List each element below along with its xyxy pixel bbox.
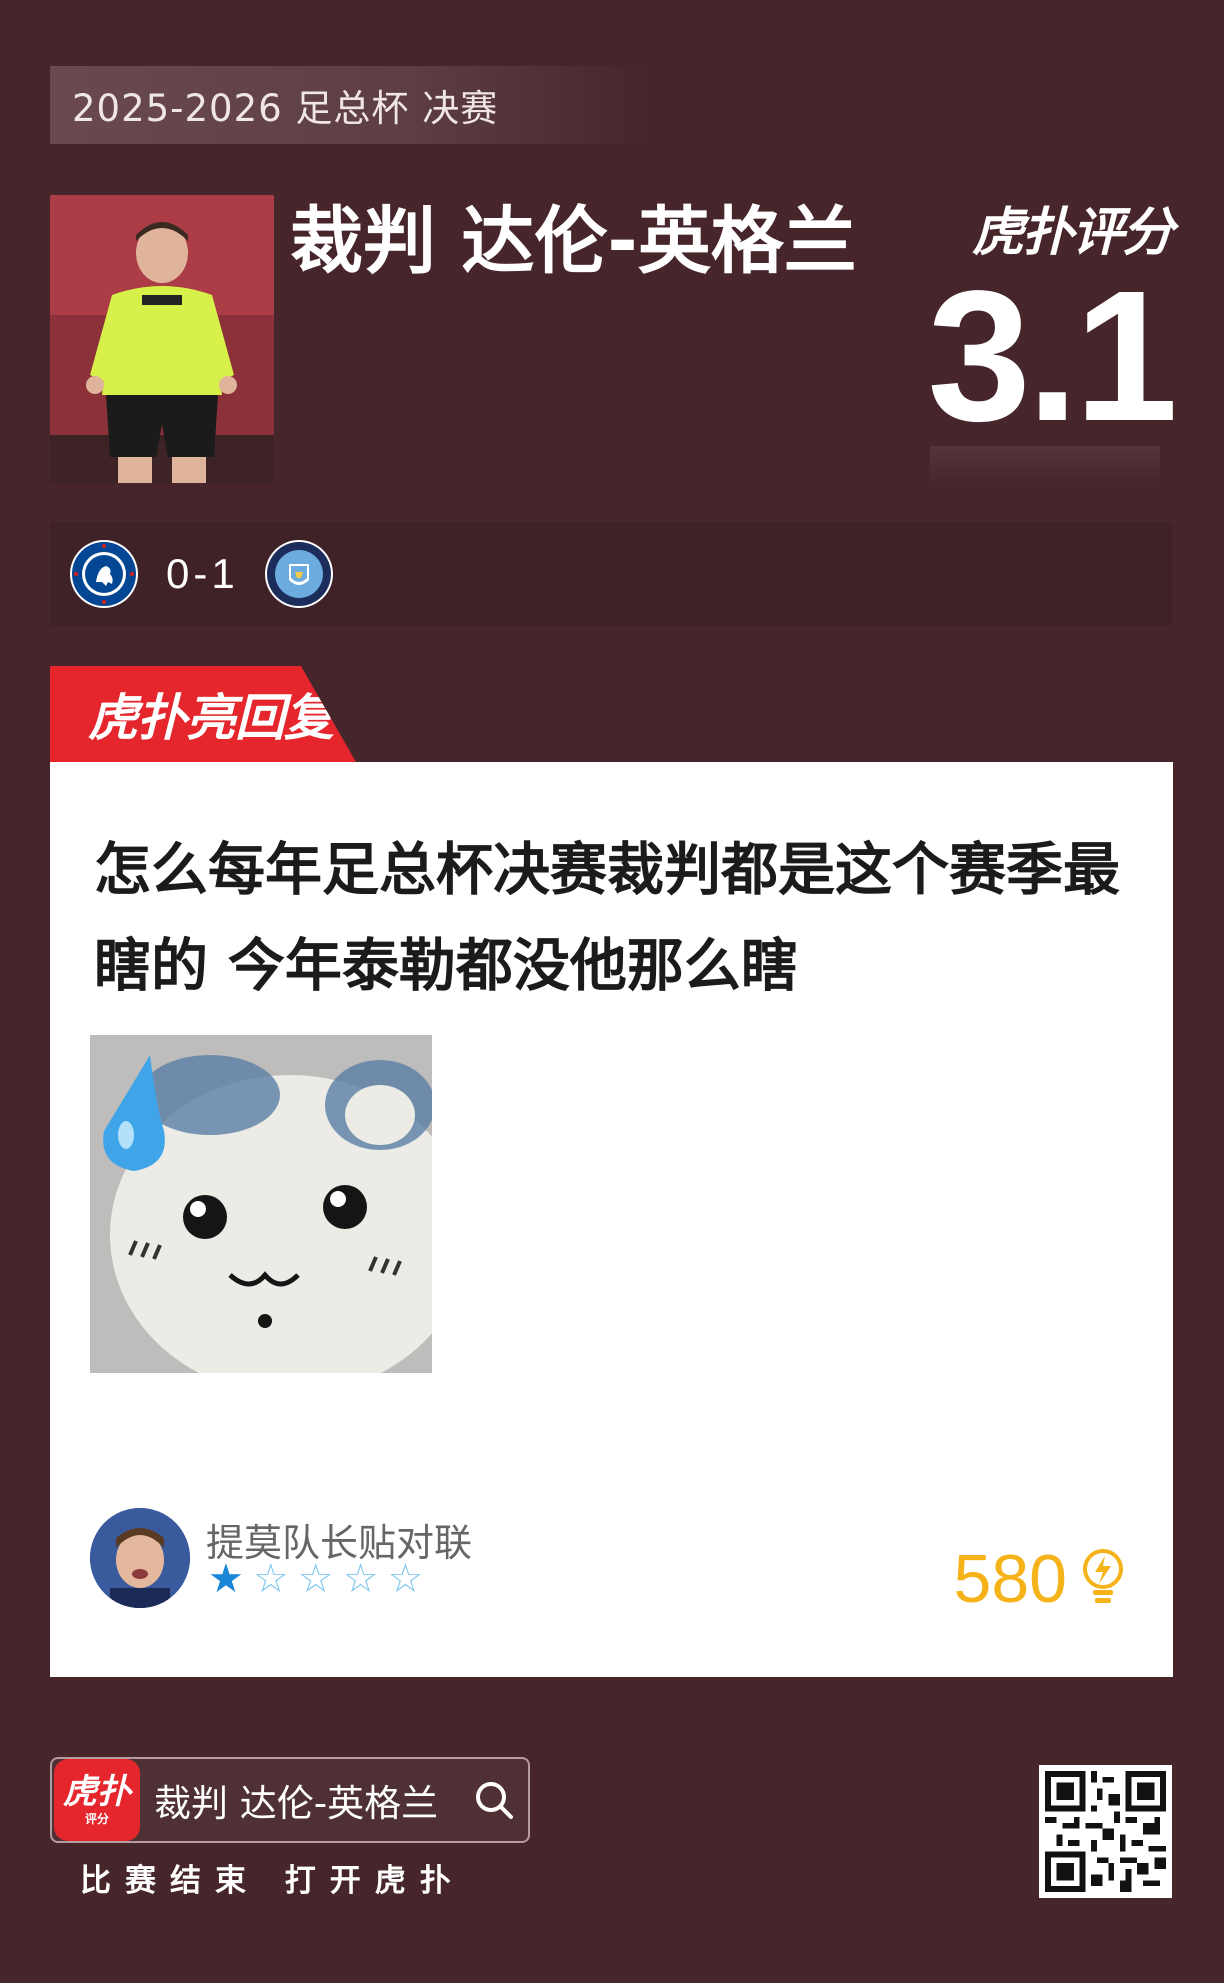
app-icon-name: 虎扑 <box>63 1772 131 1812</box>
referee-title: 裁判 达伦-英格兰 <box>290 199 857 284</box>
hupu-app-icon: 虎扑 评分 <box>54 1759 140 1841</box>
search-icon[interactable] <box>474 1780 514 1820</box>
event-tag: 2025-2026 足总杯 决赛 <box>50 66 650 144</box>
chelsea-badge-icon <box>68 538 140 610</box>
reply-card[interactable]: 怎么每年足总杯决赛裁判都是这个赛季最瞎的 今年泰勒都没他那么瞎 提莫队长贴对联 … <box>50 762 1173 1677</box>
event-label: 2025-2026 足总杯 决赛 <box>72 87 499 130</box>
highlight-label: 虎扑亮回复 <box>88 689 334 747</box>
user-rating-stars: ★ ☆ ☆ ☆ ☆ <box>208 1557 423 1601</box>
lightbulb-icon <box>1081 1548 1125 1610</box>
star-empty-icon: ☆ <box>252 1556 289 1602</box>
match-score: 0-1 <box>166 550 239 597</box>
man-city-badge-icon <box>263 538 335 610</box>
star-filled-icon: ★ <box>208 1556 244 1602</box>
footer-caption: 比赛结束 打开虎扑 <box>80 1863 465 1899</box>
reply-text: 怎么每年足总杯决赛裁判都是这个赛季最瞎的 今年泰勒都没他那么瞎 <box>94 837 1120 999</box>
referee-photo <box>50 195 274 483</box>
rating-score: 3.1 <box>927 253 1178 460</box>
qr-code-icon <box>1039 1765 1172 1898</box>
app-icon-subtitle: 评分 <box>84 1812 109 1826</box>
star-empty-icon: ☆ <box>297 1556 334 1602</box>
search-query: 裁判 达伦-英格兰 <box>154 1782 439 1825</box>
score-reflection <box>930 446 1160 486</box>
star-empty-icon: ☆ <box>387 1556 424 1602</box>
match-bar[interactable]: 0-1 <box>50 522 1172 626</box>
star-empty-icon: ☆ <box>342 1556 379 1602</box>
user-avatar[interactable] <box>90 1508 190 1608</box>
likes-button[interactable]: 580 <box>954 1540 1125 1618</box>
search-box[interactable]: 虎扑 评分 裁判 达伦-英格兰 <box>50 1757 530 1843</box>
highlight-reply-tag: 虎扑亮回复 <box>50 666 356 762</box>
likes-count: 580 <box>953 1541 1067 1617</box>
sticker-image <box>90 1035 432 1373</box>
